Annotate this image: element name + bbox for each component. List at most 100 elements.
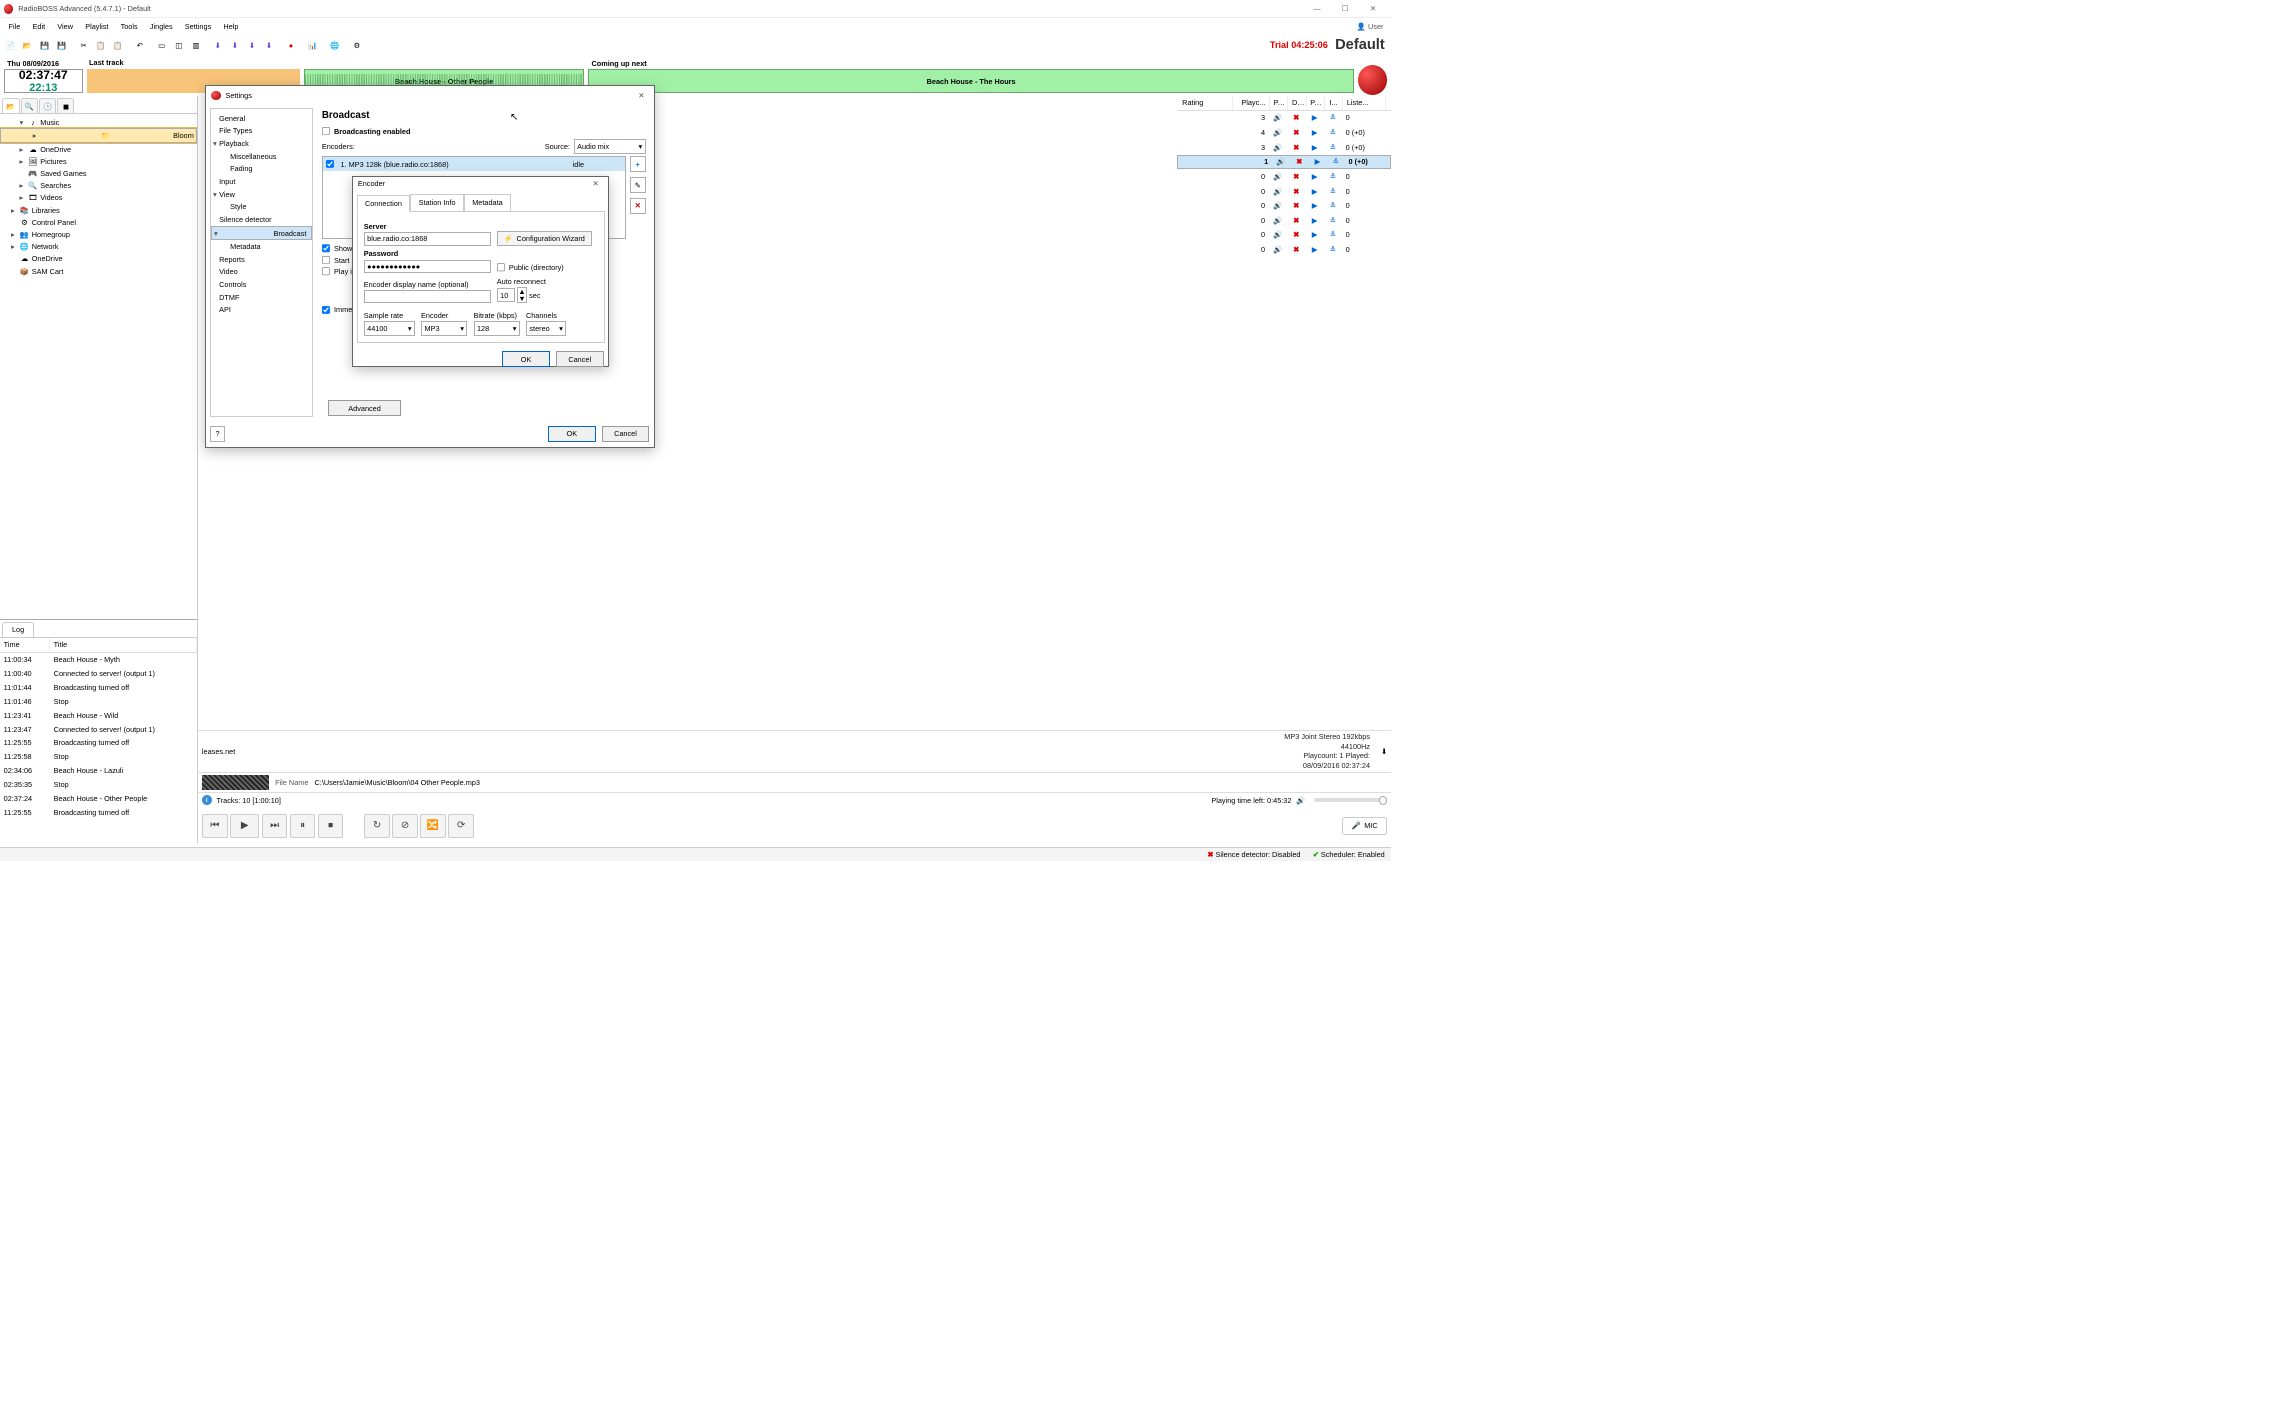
menu-tools[interactable]: Tools	[114, 20, 143, 34]
chk-broadcasting[interactable]: Broadcasting enabled	[322, 127, 646, 136]
play-icon[interactable]: ▶	[1305, 244, 1323, 255]
menu-file[interactable]: File	[2, 20, 26, 34]
playlist-row[interactable]: 0 🔊 ✖ ▶ ≚ 0	[1177, 169, 1391, 184]
log-header-time[interactable]: Time	[0, 638, 50, 652]
ph-p1[interactable]: P...	[1270, 96, 1288, 110]
play-icon[interactable]: ▶	[1305, 229, 1323, 240]
volume-icon[interactable]: 🔊	[1272, 156, 1290, 167]
ph-p4[interactable]: I...	[1325, 96, 1343, 110]
tree-item[interactable]: ▸🎞Videos	[0, 192, 197, 204]
play-icon[interactable]: ▶	[1305, 215, 1323, 226]
encoder-delete-button[interactable]: ✕	[630, 198, 646, 214]
log-row[interactable]: 11:25:58Stop	[0, 750, 197, 764]
eq-icon[interactable]: ≚	[1324, 200, 1342, 211]
chk-play-box[interactable]	[322, 267, 331, 276]
tb-pane3[interactable]: ▥	[188, 37, 204, 53]
tree-item[interactable]: ▸🖼Pictures	[0, 155, 197, 167]
volume-icon[interactable]: 🔊	[1269, 244, 1287, 255]
delete-icon[interactable]: ✖	[1287, 244, 1305, 255]
chk-imme-box[interactable]	[322, 306, 331, 315]
volume-icon[interactable]: 🔊	[1269, 200, 1287, 211]
menu-jingles[interactable]: Jingles	[144, 20, 179, 34]
eq-icon[interactable]: ≚	[1324, 185, 1342, 196]
settings-tree-item[interactable]: Video	[211, 266, 313, 279]
encoder-close-icon[interactable]: ✕	[588, 177, 604, 191]
settings-titlebar[interactable]: Settings ✕	[206, 86, 654, 104]
tree-item[interactable]: ▸☁OneDrive	[0, 143, 197, 155]
tb-copy[interactable]: 📋	[93, 37, 109, 53]
bitrate-select[interactable]: 128▾	[474, 321, 520, 336]
tb-save[interactable]: 💾	[37, 37, 53, 53]
maximize-button[interactable]: ☐	[1331, 0, 1359, 18]
chk-public[interactable]: Public (directory)	[497, 263, 564, 272]
source-select[interactable]: Audio mix ▾	[574, 139, 646, 154]
encoder-titlebar[interactable]: Encoder ✕	[353, 177, 608, 191]
ph-rating[interactable]: Rating	[1179, 96, 1234, 110]
playlist-row[interactable]: 0 🔊 ✖ ▶ ≚ 0	[1177, 242, 1391, 257]
eq-icon[interactable]: ≚	[1324, 244, 1342, 255]
eq-icon[interactable]: ≚	[1324, 141, 1342, 152]
settings-tree-item[interactable]: DTMF	[211, 291, 313, 304]
tb-open[interactable]: 📂	[20, 37, 36, 53]
delete-icon[interactable]: ✖	[1287, 112, 1305, 123]
volume-icon[interactable]: 🔊	[1269, 112, 1287, 123]
log-row[interactable]: 11:01:44Broadcasting turned off	[0, 680, 197, 694]
volume-icon[interactable]: 🔊	[1269, 171, 1287, 182]
tb-cut[interactable]: ✂	[76, 37, 92, 53]
tb-stats[interactable]: 📊	[305, 37, 321, 53]
settings-tree-item[interactable]: Silence detector	[211, 213, 313, 226]
tree-item[interactable]: ▸📁Bloom	[0, 128, 197, 143]
play-icon[interactable]: ▶	[1305, 127, 1323, 138]
tb-record[interactable]: ●	[283, 37, 299, 53]
play-button[interactable]: ▶	[230, 814, 259, 838]
tb-sched1[interactable]: ⬇	[210, 37, 226, 53]
delete-icon[interactable]: ✖	[1290, 156, 1308, 167]
settings-tree-item[interactable]: Controls	[211, 278, 313, 291]
encoder-edit-button[interactable]: ✎	[630, 177, 646, 193]
tb-sched2[interactable]: ⬇	[227, 37, 243, 53]
playlist-row[interactable]: 3 🔊 ✖ ▶ ≚ 0 (+0)	[1177, 140, 1391, 155]
tree-item[interactable]: 🎮Saved Games	[0, 167, 197, 179]
repeat-button[interactable]: ↻	[364, 814, 390, 838]
log-row[interactable]: 11:01:46Stop	[0, 694, 197, 708]
refresh-button[interactable]: ⟳	[448, 814, 474, 838]
tb-web[interactable]: 🌐	[327, 37, 343, 53]
next-button[interactable]: ⏭	[262, 814, 288, 838]
log-row[interactable]: 11:00:40Connected to server! (output 1)	[0, 667, 197, 681]
playlist-row[interactable]: 0 🔊 ✖ ▶ ≚ 0	[1177, 184, 1391, 199]
chk-broadcasting-box[interactable]	[322, 127, 331, 136]
settings-tree-item[interactable]: Miscellaneous	[211, 150, 313, 163]
menu-help[interactable]: Help	[217, 20, 244, 34]
playlist-row[interactable]: 0 🔊 ✖ ▶ ≚ 0	[1177, 228, 1391, 243]
eq-icon[interactable]: ≚	[1327, 156, 1345, 167]
delete-icon[interactable]: ✖	[1287, 229, 1305, 240]
close-button[interactable]: ✕	[1359, 0, 1387, 18]
settings-tree-item[interactable]: Style	[211, 200, 313, 213]
tree-item[interactable]: ⚙Control Panel	[0, 216, 197, 228]
tb-pane2[interactable]: ◫	[171, 37, 187, 53]
user-menu[interactable]: 👤 User	[1357, 22, 1388, 31]
chk-public-box[interactable]	[497, 263, 506, 272]
play-icon[interactable]: ▶	[1305, 200, 1323, 211]
menu-view[interactable]: View	[51, 20, 79, 34]
playlist-row[interactable]: 4 🔊 ✖ ▶ ≚ 0 (+0)	[1177, 125, 1391, 140]
stop-button[interactable]: ⏹	[318, 814, 344, 838]
menu-settings[interactable]: Settings	[179, 20, 218, 34]
log-row[interactable]: 02:35:35Stop	[0, 778, 197, 792]
volume-icon[interactable]: 🔊	[1269, 141, 1287, 152]
play-icon[interactable]: ▶	[1308, 156, 1326, 167]
log-row[interactable]: 02:34:06Beach House - Lazuli	[0, 764, 197, 778]
settings-tree-item[interactable]: Fading	[211, 162, 313, 175]
help-button[interactable]: ?	[210, 426, 226, 442]
play-icon[interactable]: ▶	[1305, 185, 1323, 196]
tab-search-icon[interactable]: 🔍	[21, 98, 38, 113]
settings-tree[interactable]: GeneralFile Types▾PlaybackMiscellaneousF…	[210, 108, 314, 417]
log-row[interactable]: 11:25:55Broadcasting turned off	[0, 736, 197, 750]
playlist-row[interactable]: 1 🔊 ✖ ▶ ≚ 0 (+0)	[1177, 155, 1391, 170]
tab-station-info[interactable]: Station Info	[410, 194, 464, 211]
mic-button[interactable]: 🎤 MIC	[1342, 817, 1387, 835]
server-input[interactable]	[364, 232, 491, 245]
delete-icon[interactable]: ✖	[1287, 185, 1305, 196]
no-button[interactable]: ⊘	[392, 814, 418, 838]
log-header-title[interactable]: Title	[50, 638, 197, 652]
